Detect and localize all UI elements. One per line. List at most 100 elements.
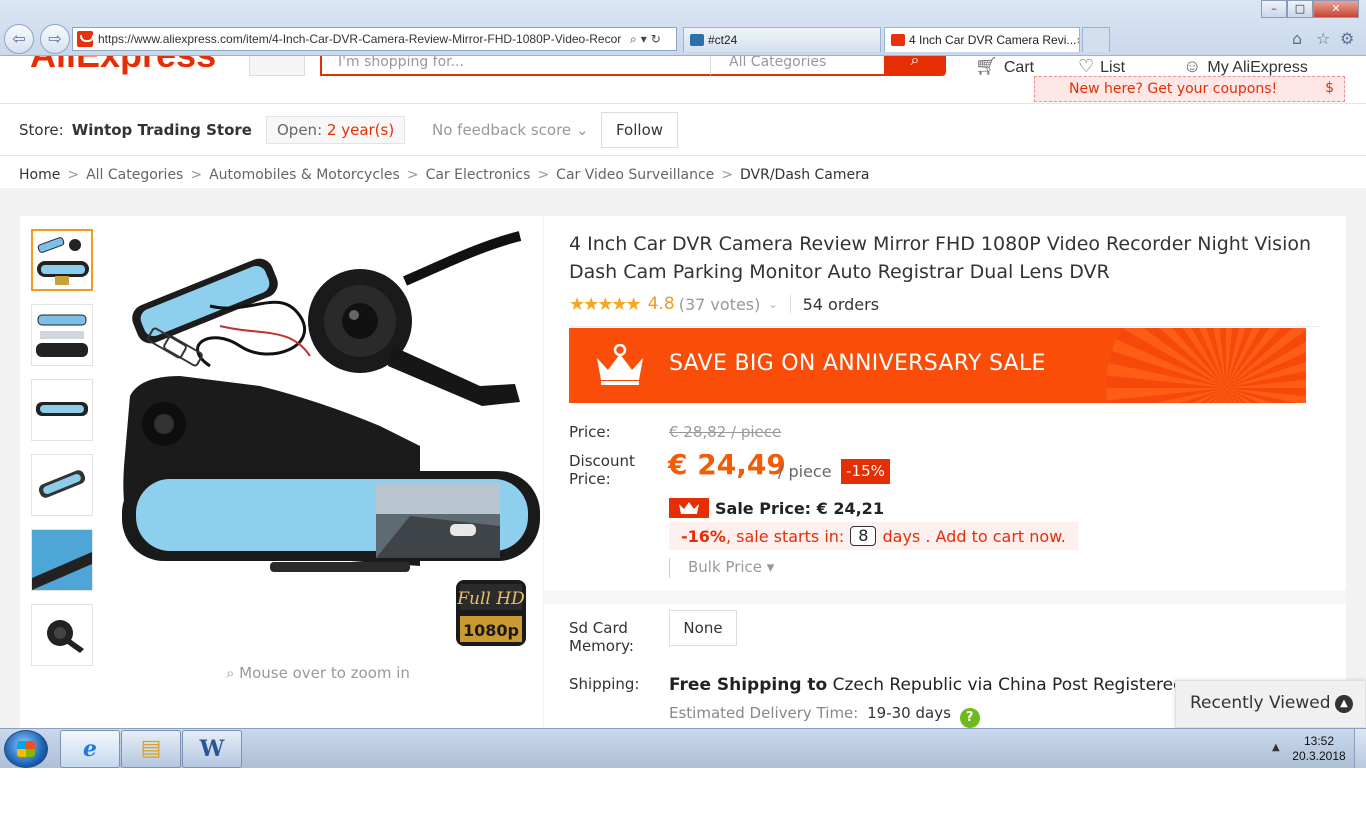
thumbnail-4[interactable] bbox=[31, 454, 93, 516]
heart-icon: ♡ bbox=[1078, 56, 1095, 76]
recently-viewed-label: Recently Viewed bbox=[1190, 693, 1331, 713]
show-desktop-button[interactable] bbox=[1354, 729, 1366, 769]
shipping-destination: Czech Republic via China Post Registered… bbox=[832, 675, 1179, 695]
close-tab-icon[interactable]: × bbox=[1076, 33, 1079, 48]
tab-ct24[interactable]: #ct24 bbox=[683, 27, 881, 52]
start-button[interactable] bbox=[4, 730, 48, 768]
main-product-image[interactable]: Full HD 1080p bbox=[120, 226, 540, 646]
cart-link[interactable]: 🛒︎ Cart bbox=[975, 56, 1034, 76]
caret-down-icon: ▾ bbox=[766, 558, 775, 576]
wishlist-link[interactable]: ♡ List bbox=[1078, 56, 1125, 76]
category-menu-button[interactable] bbox=[249, 56, 305, 76]
star-rating-icon: ★★★★★ bbox=[569, 293, 642, 315]
store-open-badge: Open: 2 year(s) bbox=[266, 116, 406, 144]
breadcrumb-car-video[interactable]: Car Video Surveillance bbox=[556, 167, 714, 183]
search-input[interactable]: I'm shopping for... bbox=[320, 56, 710, 76]
address-bar[interactable]: https://www.aliexpress.com/item/4-Inch-C… bbox=[72, 27, 677, 51]
clock[interactable]: 13:52 20.3.2018 bbox=[1288, 734, 1350, 764]
search-icon[interactable]: ⌕ bbox=[630, 32, 637, 47]
chevron-up-icon[interactable]: ▲ bbox=[1335, 695, 1353, 713]
store-bar: Store: Wintop Trading Store Open: 2 year(… bbox=[0, 104, 1366, 156]
search-button[interactable]: ⌕ bbox=[884, 56, 946, 76]
internet-explorer-taskbar-button[interactable]: e bbox=[60, 730, 120, 768]
sale-suffix-text: days . Add to cart now. bbox=[882, 526, 1066, 546]
coupon-banner[interactable]: New here? Get your coupons! $ bbox=[1034, 76, 1345, 102]
follow-button[interactable]: Follow bbox=[601, 112, 678, 148]
zoom-hint: ⌕ Mouse over to zoom in bbox=[226, 664, 410, 682]
breadcrumb-dvr[interactable]: DVR/Dash Camera bbox=[740, 167, 869, 183]
recently-viewed-panel[interactable]: Recently Viewed ▲ bbox=[1175, 680, 1366, 728]
maximize-icon[interactable]: □ bbox=[1287, 0, 1313, 18]
coupon-text: New here? Get your coupons! bbox=[1069, 81, 1278, 97]
sale-banner-text: SAVE BIG ON ANNIVERSARY SALE bbox=[669, 351, 1046, 376]
section-separator bbox=[544, 590, 1346, 604]
taskbar: e ▤ W ▲ 13:52 20.3.2018 bbox=[0, 728, 1366, 769]
divider bbox=[789, 295, 791, 313]
discount-price: € 24,49 bbox=[668, 448, 786, 481]
breadcrumb-automobiles[interactable]: Automobiles & Motorcycles bbox=[209, 167, 400, 183]
tab-aliexpress[interactable]: 4 Inch Car DVR Camera Revi... × bbox=[884, 27, 1080, 52]
magnifier-icon: ⌕ bbox=[226, 664, 240, 682]
thumbnail-1[interactable] bbox=[31, 229, 93, 291]
aliexpress-favicon-icon bbox=[891, 34, 905, 46]
chevron-down-icon[interactable]: ⌄ bbox=[768, 298, 777, 311]
tab-label: 4 Inch Car DVR Camera Revi... bbox=[909, 33, 1077, 47]
tray-expand-icon[interactable]: ▲ bbox=[1272, 742, 1280, 753]
windows-logo-icon bbox=[17, 741, 35, 757]
close-window-icon[interactable]: ✕ bbox=[1313, 0, 1359, 18]
thumbnail-2[interactable] bbox=[31, 304, 93, 366]
breadcrumb-home[interactable]: Home bbox=[19, 167, 60, 183]
sale-price-row: Sale Price: € 24,21 bbox=[669, 497, 884, 519]
cart-label: Cart bbox=[1003, 59, 1035, 76]
votes-count[interactable]: (37 votes) bbox=[679, 295, 761, 314]
minimize-icon[interactable]: – bbox=[1261, 0, 1287, 18]
gear-icon[interactable]: ⚙ bbox=[1340, 29, 1354, 48]
star-icon[interactable]: ☆ bbox=[1316, 29, 1330, 48]
badge-1080p-text: 1080p bbox=[463, 621, 519, 640]
feedback-score[interactable]: No feedback score ⌄ bbox=[432, 121, 589, 139]
word-icon: W bbox=[199, 736, 225, 762]
word-taskbar-button[interactable]: W bbox=[182, 730, 242, 768]
thumbnail-6[interactable] bbox=[31, 604, 93, 666]
breadcrumb: Home > All Categories > Automobiles & Motorc… bbox=[19, 167, 870, 183]
clock-date: 20.3.2018 bbox=[1292, 749, 1346, 763]
dropdown-icon[interactable]: ▾ bbox=[641, 32, 647, 46]
delivery-label: Estimated Delivery Time: bbox=[669, 704, 859, 722]
shipping-info[interactable]: Free Shipping to Czech Republic via Chin… bbox=[669, 675, 1179, 695]
orders-count: 54 orders bbox=[802, 294, 880, 314]
help-icon[interactable]: ? bbox=[959, 708, 980, 728]
banner-fan-decoration bbox=[1106, 328, 1306, 403]
sd-card-option-none[interactable]: None bbox=[669, 610, 737, 646]
account-link[interactable]: ☺ My AliExpress bbox=[1183, 56, 1308, 76]
product-title: 4 Inch Car DVR Camera Review Mirror FHD … bbox=[569, 233, 1312, 283]
folder-icon: ▤ bbox=[140, 736, 162, 761]
file-explorer-taskbar-button[interactable]: ▤ bbox=[121, 730, 181, 768]
address-url[interactable]: https://www.aliexpress.com/item/4-Inch-C… bbox=[98, 32, 626, 46]
breadcrumb-all-categories[interactable]: All Categories bbox=[86, 167, 183, 183]
aliexpress-favicon-icon bbox=[77, 31, 94, 47]
category-select[interactable]: All Categories bbox=[710, 56, 886, 76]
delivery-time: Estimated Delivery Time: 19-30 days ? bbox=[669, 704, 980, 728]
delivery-days: 19-30 days bbox=[867, 704, 951, 722]
logo[interactable]: AliExpress bbox=[30, 56, 216, 76]
store-name[interactable]: Wintop Trading Store bbox=[72, 121, 252, 139]
chevron-down-icon: ⌄ bbox=[575, 121, 589, 139]
thumbnail-3[interactable] bbox=[31, 379, 93, 441]
back-icon[interactable]: ⇦ bbox=[4, 24, 34, 54]
home-icon[interactable]: ⌂ bbox=[1292, 29, 1302, 48]
price-label: Price: bbox=[569, 423, 611, 441]
site-header: AliExpress I'm shopping for... All Categ… bbox=[0, 56, 1366, 104]
internet-explorer-icon: e bbox=[83, 736, 97, 762]
thumbnail-5[interactable] bbox=[31, 529, 93, 591]
account-label: My AliExpress bbox=[1207, 59, 1308, 76]
bulk-price-toggle[interactable]: Bulk Price ▾ bbox=[669, 558, 774, 578]
page-viewport: AliExpress I'm shopping for... All Categ… bbox=[0, 56, 1366, 728]
sale-price: Sale Price: € 24,21 bbox=[715, 498, 884, 518]
breadcrumb-car-electronics[interactable]: Car Electronics bbox=[426, 167, 531, 183]
feedback-text: No feedback score bbox=[432, 121, 572, 139]
forward-icon[interactable]: ⇨ bbox=[40, 24, 70, 54]
cart-icon: 🛒︎ bbox=[975, 56, 998, 76]
crown-icon bbox=[597, 344, 643, 385]
new-tab-button[interactable] bbox=[1082, 27, 1110, 52]
refresh-icon[interactable]: ↻ bbox=[651, 32, 661, 46]
